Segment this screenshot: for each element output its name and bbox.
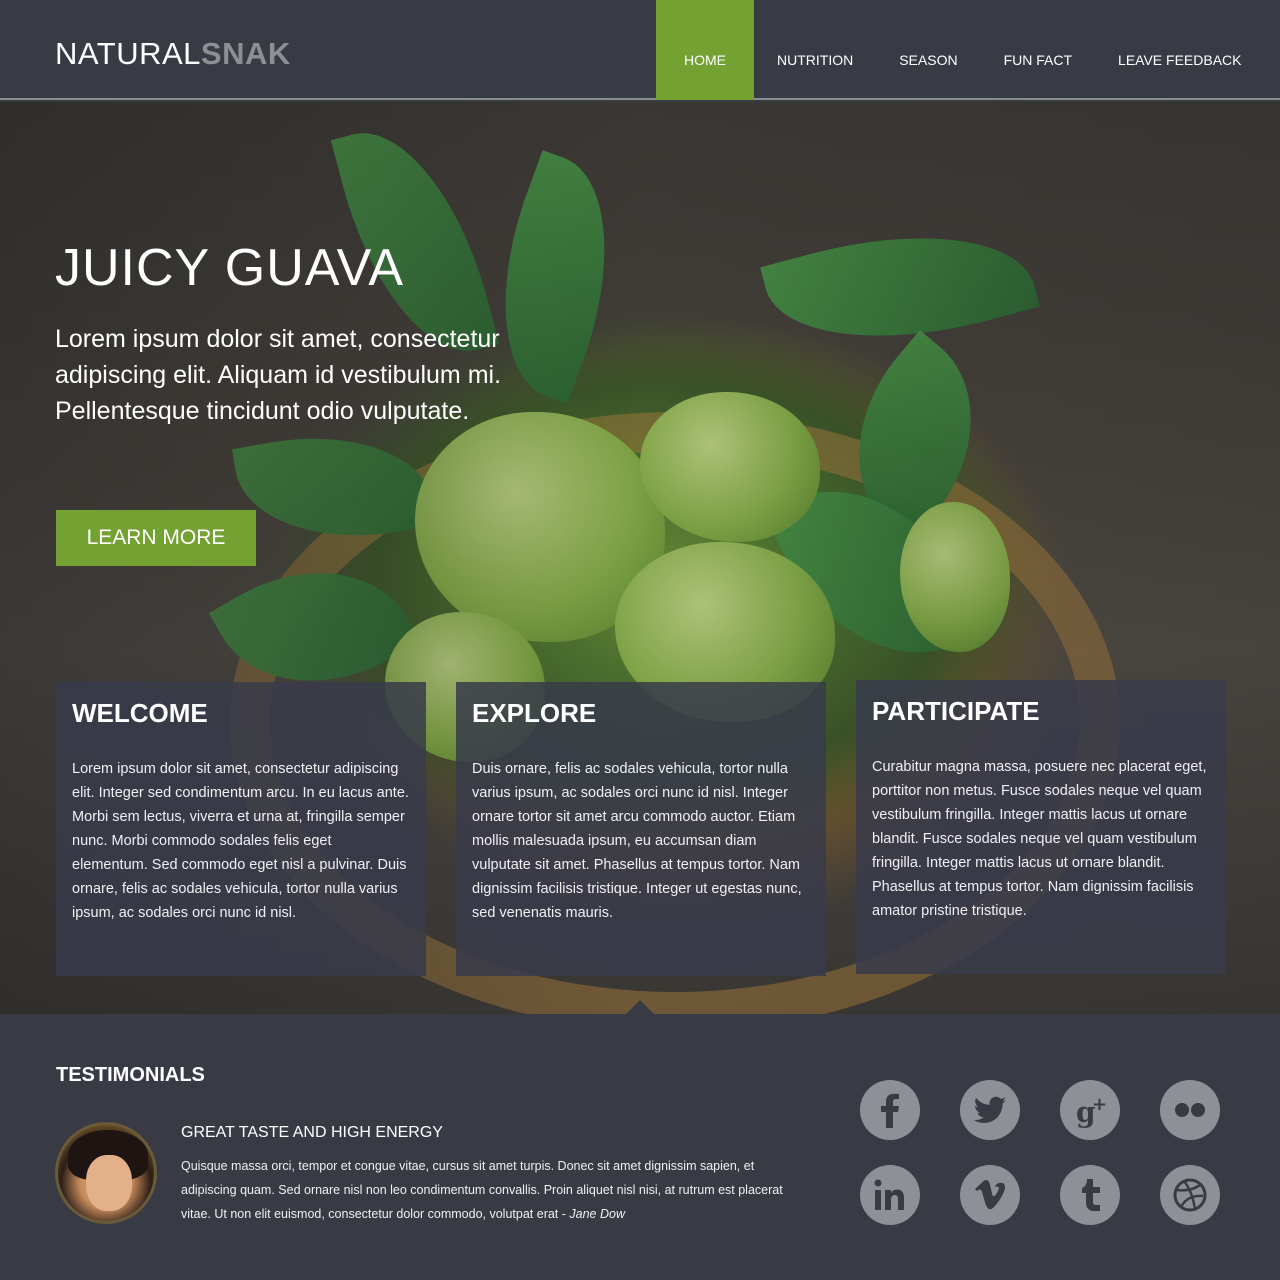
tumblr-icon[interactable] [1060, 1165, 1120, 1225]
testimonials-section: TESTIMONIALS GREAT TASTE AND HIGH ENERGY… [0, 1000, 1280, 1280]
vimeo-icon[interactable] [960, 1165, 1020, 1225]
svg-text:+: + [1092, 1094, 1107, 1115]
card-title: EXPLORE [472, 698, 597, 728]
nav-leave-feedback[interactable]: LEAVE FEEDBACK [1095, 0, 1264, 100]
testimonials-title: TESTIMONIALS [56, 1064, 205, 1086]
card-text: Lorem ipsum dolor sit amet, consectetur … [72, 761, 409, 921]
twitter-icon[interactable] [960, 1080, 1020, 1140]
site-logo[interactable]: NATURALSNAK [55, 36, 291, 72]
card-title: WELCOME [72, 698, 208, 728]
section-pointer [626, 1000, 654, 1014]
nav-season[interactable]: SEASON [876, 0, 980, 100]
participate-card: PARTICIPATE Curabitur magna massa, posue… [856, 680, 1226, 974]
card-text: Curabitur magna massa, posuere nec place… [872, 759, 1207, 919]
social-links: g + [860, 1080, 1222, 1225]
linkedin-icon[interactable] [860, 1165, 920, 1225]
site-header: NATURALSNAK HOME NUTRITION SEASON FUN FA… [0, 0, 1280, 100]
testimonial-heading: GREAT TASTE AND HIGH ENERGY [181, 1124, 443, 1141]
main-nav: HOME NUTRITION SEASON FUN FACT LEAVE FEE… [656, 0, 1264, 100]
facebook-icon[interactable] [860, 1080, 920, 1140]
welcome-card: WELCOME Lorem ipsum dolor sit amet, cons… [56, 682, 426, 976]
hero-title: JUICY GUAVA [55, 239, 405, 297]
explore-card: EXPLORE Duis ornare, felis ac sodales ve… [456, 682, 826, 976]
testimonial-author: Jane Dow [569, 1207, 625, 1221]
nav-fun-fact[interactable]: FUN FACT [981, 0, 1095, 100]
avatar-face [86, 1155, 132, 1211]
google-plus-icon[interactable]: g + [1060, 1080, 1120, 1140]
logo-part-natural: NATURAL [55, 36, 201, 71]
flickr-icon[interactable] [1160, 1080, 1220, 1140]
dribbble-icon[interactable] [1160, 1165, 1220, 1225]
hero-section: JUICY GUAVA Lorem ipsum dolor sit amet, … [0, 102, 1280, 1014]
testimonial-quote: Quisque massa orci, tempor et congue vit… [181, 1159, 783, 1221]
testimonial-text: Quisque massa orci, tempor et congue vit… [181, 1154, 811, 1226]
logo-part-snak: SNAK [200, 36, 291, 71]
nav-home[interactable]: HOME [656, 0, 754, 100]
nav-nutrition[interactable]: NUTRITION [754, 0, 876, 100]
card-text: Duis ornare, felis ac sodales vehicula, … [472, 761, 802, 921]
card-title: PARTICIPATE [872, 696, 1040, 726]
learn-more-button[interactable]: LEARN MORE [56, 510, 256, 566]
hero-description: Lorem ipsum dolor sit amet, consectetur … [55, 325, 502, 425]
avatar [55, 1122, 157, 1224]
